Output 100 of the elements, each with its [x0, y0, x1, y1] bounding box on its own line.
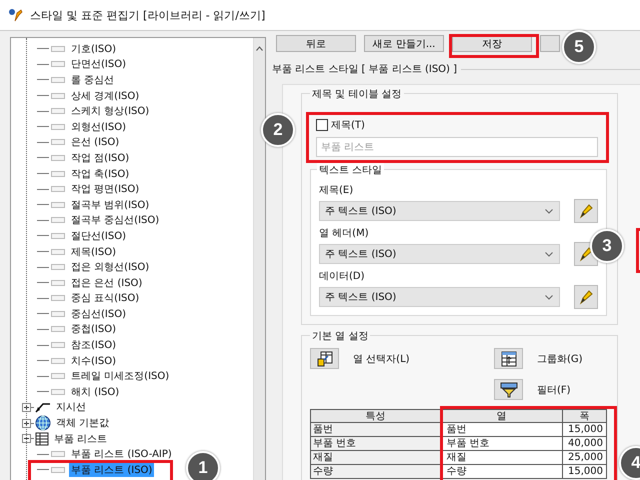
globe-icon — [35, 415, 51, 432]
style-icon — [51, 451, 65, 458]
style-icon — [51, 139, 65, 146]
text-style-select[interactable]: 주 텍스트 (ISO) — [319, 244, 560, 264]
style-heading: 부품 리스트 스타일 [ 부품 리스트 (ISO) ] — [272, 63, 458, 76]
tree-item[interactable]: 절곡부 범위(ISO) — [69, 198, 152, 212]
table-cell: 재질 — [440, 450, 562, 464]
tree-item[interactable]: 기호(ISO) — [69, 42, 118, 56]
tree-item[interactable]: 절단선(ISO) — [69, 228, 128, 243]
style-icon — [51, 46, 65, 52]
table-cell: 수량 — [440, 464, 562, 478]
table-cell: 품번 — [310, 422, 441, 436]
window-title: 스타일 및 표준 편집기 [라이브러리 - 읽기/쓰기] — [30, 8, 266, 22]
tree-item[interactable]: 작업 축(ISO) — [69, 166, 132, 181]
app-icon — [8, 7, 24, 23]
text-style-select[interactable]: 주 텍스트 (ISO) — [319, 287, 560, 307]
step-badge: 5 — [562, 30, 596, 64]
table-icon — [35, 432, 49, 446]
table-cell: 부품 번호 — [440, 436, 562, 450]
tree-item[interactable]: 중첩(ISO) — [69, 322, 118, 336]
toolbar-button[interactable]: 새로 만들기... — [364, 35, 444, 52]
title-checkbox[interactable] — [316, 119, 328, 131]
group-legend: 기본 열 설정 — [310, 329, 370, 343]
toolbar-button[interactable]: 뒤로 — [276, 35, 356, 52]
filter-icon — [500, 382, 518, 398]
field-label: 열 헤더(M) — [319, 227, 370, 240]
tree-item[interactable]: 참조(ISO) — [69, 338, 118, 352]
tree-item[interactable]: 치수(ISO) — [69, 354, 118, 368]
table-cell: 15,000 — [562, 422, 606, 436]
style-icon — [51, 248, 65, 255]
group-button[interactable] — [494, 348, 523, 369]
tree-item[interactable]: 외형선(ISO) — [69, 120, 128, 134]
table-cell: 수량 — [310, 464, 441, 478]
edit-button[interactable] — [574, 285, 598, 309]
scrollbar[interactable] — [253, 38, 265, 480]
column-header[interactable]: 폭 — [562, 410, 606, 422]
scroll-up-icon[interactable] — [256, 46, 263, 51]
tree-item[interactable]: 트레일 미세조정(ISO) — [69, 369, 172, 384]
button-label: 필터(F) — [537, 384, 571, 396]
style-icon — [51, 124, 65, 130]
style-icon — [51, 61, 65, 68]
text-style-select[interactable]: 주 텍스트 (ISO) — [319, 201, 560, 221]
table-cell: 40,000 — [562, 436, 606, 450]
style-icon — [51, 295, 65, 302]
tree-item[interactable]: 지시선 — [54, 400, 88, 414]
dropdown-icon — [545, 294, 554, 300]
tree-item[interactable]: 중심 표식(ISO) — [69, 291, 142, 306]
style-icon — [51, 373, 65, 380]
style-icon — [51, 154, 65, 161]
tree-item[interactable]: 접은 외형선(ISO) — [69, 260, 152, 274]
style-icon — [51, 217, 65, 224]
style-icon — [51, 358, 65, 364]
tree-item[interactable]: 부품 리스트 — [52, 432, 110, 446]
checkbox-label: 제목(T) — [331, 119, 365, 132]
style-icon — [51, 466, 65, 473]
tree-item[interactable]: 제목(ISO) — [69, 244, 118, 259]
style-icon — [51, 92, 65, 99]
filter-button[interactable] — [494, 379, 523, 400]
style-icon — [51, 232, 65, 239]
tree-item[interactable]: 은선 (ISO) — [69, 135, 122, 150]
style-icon — [51, 186, 65, 192]
style-icon — [51, 310, 65, 317]
tree-item[interactable]: 단면선(ISO) — [69, 57, 128, 72]
grouping-icon — [500, 350, 516, 366]
tree-item[interactable]: 해치 (ISO) — [69, 384, 122, 399]
pencil-icon — [578, 289, 594, 305]
tree-item[interactable]: 부품 리스트 (ISO) — [69, 462, 154, 477]
tree-item[interactable]: 작업 점(ISO) — [69, 150, 132, 165]
chooser-button[interactable] — [310, 348, 339, 369]
tree-item[interactable]: 중심선(ISO) — [69, 306, 128, 321]
field-label: 데이터(D) — [319, 270, 366, 283]
dropdown-icon — [545, 252, 554, 256]
style-icon — [51, 342, 65, 348]
tree-item[interactable]: 작업 평면(ISO) — [69, 182, 142, 196]
table-cell: 품번 — [440, 422, 562, 436]
tree-item[interactable]: 절곡부 중심선(ISO) — [69, 213, 162, 228]
edit-button[interactable] — [574, 199, 598, 223]
column-header[interactable]: 열 — [440, 410, 562, 422]
style-icon — [51, 170, 65, 177]
style-icon — [51, 280, 65, 286]
tree-item[interactable]: 객체 기본값 — [54, 416, 112, 430]
style-icon — [51, 108, 65, 114]
tree-item[interactable]: 접은 은선 (ISO) — [69, 276, 144, 290]
style-icon — [51, 264, 65, 270]
table-cell: 재질 — [310, 450, 441, 464]
group-legend: 텍스트 스타일 — [317, 163, 384, 177]
leader-icon — [35, 401, 51, 414]
style-icon — [51, 76, 65, 83]
tree-item[interactable]: 롤 중심선 — [69, 72, 116, 87]
tree-item[interactable]: 부품 리스트 (ISO-AIP) — [69, 447, 174, 462]
style-icon — [51, 326, 65, 332]
expand-icon[interactable] — [22, 418, 31, 428]
collapse-icon[interactable] — [22, 434, 31, 444]
column-header[interactable]: 특성 — [310, 410, 441, 422]
dropdown-icon — [545, 208, 554, 214]
expand-icon[interactable] — [22, 402, 31, 412]
table-cell: 15,000 — [562, 464, 606, 478]
tree-item[interactable]: 상세 경계(ISO) — [69, 88, 142, 103]
table-cell: 25,000 — [562, 450, 606, 464]
tree-item[interactable]: 스케치 형상(ISO) — [69, 104, 152, 118]
